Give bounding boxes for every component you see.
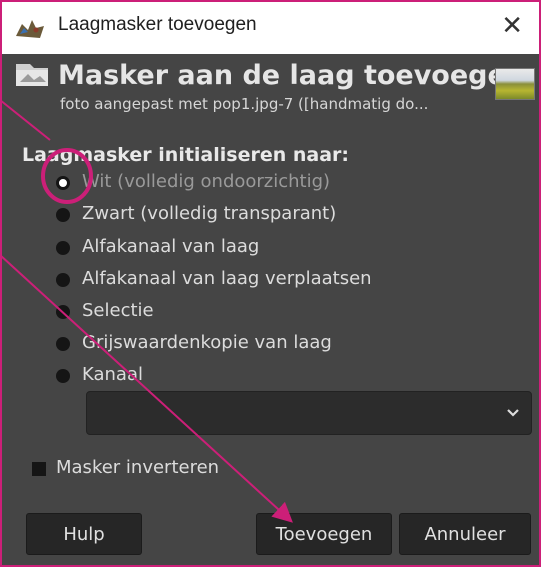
- dialog-body: Masker aan de laag toevoegen foto aangep…: [2, 54, 539, 565]
- radio-label: Kanaal: [82, 364, 143, 385]
- radio-indicator[interactable]: [56, 208, 70, 222]
- dialog-heading: Masker aan de laag toevoegen: [58, 60, 526, 91]
- radio-label: Zwart (volledig transparant): [82, 203, 337, 224]
- init-group-label: Laagmasker initialiseren naar:: [22, 144, 349, 166]
- checkbox-indicator[interactable]: [32, 462, 46, 476]
- gimp-app-icon: [16, 20, 44, 38]
- add-button[interactable]: Toevoegen: [256, 513, 392, 555]
- radio-label: Selectie: [82, 300, 154, 321]
- layer-mask-icon: [16, 64, 48, 86]
- radio-label: Wit (volledig ondoorzichtig): [82, 171, 331, 192]
- radio-indicator[interactable]: [56, 337, 70, 351]
- close-button[interactable]: ✕: [501, 10, 523, 42]
- cancel-button[interactable]: Annuleer: [399, 513, 531, 555]
- channel-dropdown[interactable]: [86, 391, 532, 435]
- window-title: Laagmasker toevoegen: [58, 14, 257, 35]
- title-bar: Laagmasker toevoegen ✕: [2, 2, 539, 54]
- radio-indicator[interactable]: [56, 241, 70, 255]
- radio-label: Alfakanaal van laag verplaatsen: [82, 268, 372, 289]
- radio-indicator[interactable]: [56, 369, 70, 383]
- help-button[interactable]: Hulp: [26, 513, 142, 555]
- chevron-down-icon: [507, 409, 519, 417]
- layer-thumbnail: [495, 68, 535, 100]
- checkbox-label: Masker inverteren: [56, 457, 220, 478]
- radio-selected-indicator[interactable]: [56, 176, 70, 190]
- radio-label: Alfakanaal van laag: [82, 236, 260, 257]
- layer-name-subtitle: foto aangepast met pop1.jpg-7 ([handmati…: [60, 95, 429, 113]
- radio-label: Grijswaardenkopie van laag: [82, 332, 332, 353]
- radio-indicator[interactable]: [56, 305, 70, 319]
- radio-indicator[interactable]: [56, 273, 70, 287]
